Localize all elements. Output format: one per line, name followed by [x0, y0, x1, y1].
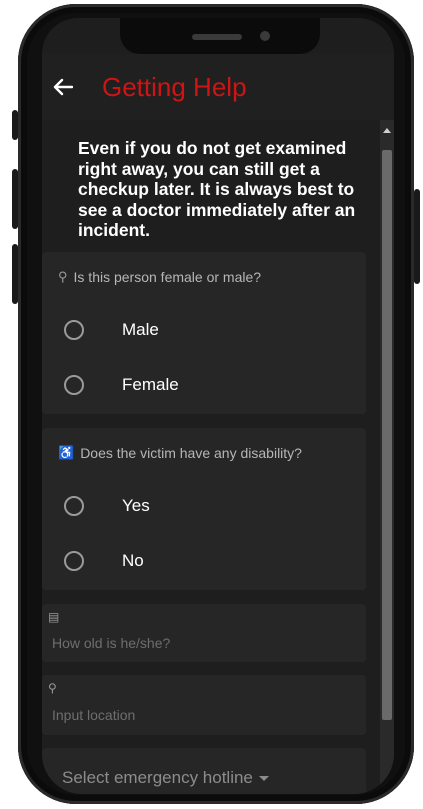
phone-volume-up [12, 169, 18, 229]
option-male[interactable]: Male [42, 302, 366, 357]
option-no[interactable]: No [42, 533, 366, 588]
age-field[interactable]: ▤ How old is he/she? [42, 604, 366, 662]
info-text: Even if you do not get examined right aw… [78, 138, 356, 240]
hotline-select-label: Select emergency hotline [62, 768, 269, 788]
phone-notch [120, 18, 320, 54]
option-label: Female [122, 374, 179, 394]
option-yes[interactable]: Yes [42, 478, 366, 533]
phone-power-button [414, 189, 420, 284]
radio-no[interactable] [64, 550, 84, 571]
option-label: Male [122, 319, 159, 339]
calendar-icon: ▤ [48, 610, 60, 624]
disability-question-card: ♿ Does the victim have any disability? Y… [42, 428, 366, 590]
radio-yes[interactable] [64, 495, 84, 516]
option-female[interactable]: Female [42, 357, 366, 412]
question-disability: ♿ Does the victim have any disability? [42, 428, 366, 478]
page-title: Getting Help [102, 71, 247, 102]
question-text: Does the victim have any disability? [80, 445, 302, 461]
scroll-up-arrow-icon[interactable] [383, 128, 391, 133]
app-screen: Getting Help Even if you do not get exam… [42, 18, 394, 794]
phone-volume-down [12, 244, 18, 304]
location-field[interactable]: ⚲ Input location [42, 675, 366, 735]
speaker [192, 34, 242, 40]
caret-down-icon [258, 776, 269, 782]
accessibility-icon: ♿ [58, 445, 75, 460]
question-gender: ⚲ Is this person female or male? [42, 252, 366, 302]
location-pin-icon: ⚲ [48, 681, 57, 695]
app-header: Getting Help [42, 54, 394, 120]
gender-icon: ⚲ [58, 269, 68, 284]
option-label: Yes [122, 495, 150, 515]
scrollbar[interactable] [380, 120, 394, 794]
back-button[interactable] [52, 76, 74, 98]
radio-female[interactable] [64, 374, 84, 395]
radio-male[interactable] [64, 319, 84, 340]
hotline-select[interactable]: Select emergency hotline [42, 748, 366, 794]
camera [260, 31, 270, 41]
age-placeholder: How old is he/she? [52, 635, 171, 651]
gender-question-card: ⚲ Is this person female or male? Male Fe… [42, 252, 366, 414]
phone-silent-switch [12, 110, 18, 140]
option-label: No [122, 550, 144, 570]
arrow-left-icon [53, 78, 73, 96]
content-scroll-area[interactable]: Even if you do not get examined right aw… [42, 120, 380, 794]
location-placeholder: Input location [52, 707, 136, 723]
scrollbar-thumb[interactable] [382, 150, 392, 720]
question-text: Is this person female or male? [73, 269, 262, 285]
